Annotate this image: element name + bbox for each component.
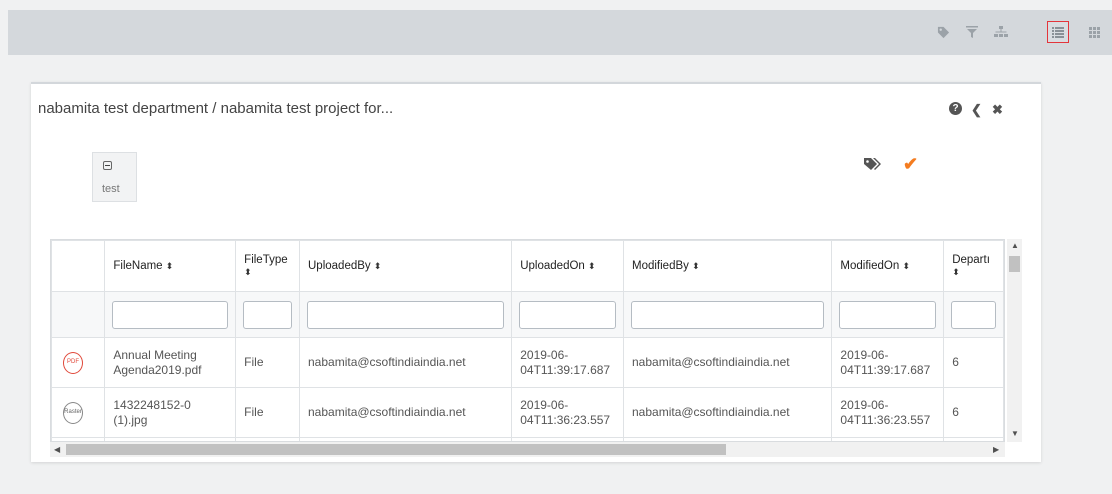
department-filter-input[interactable] — [951, 300, 996, 329]
vertical-scrollbar[interactable]: ▲ ▼ — [1007, 239, 1022, 442]
column-header-department[interactable]: Departı ⬍ — [943, 240, 1004, 292]
scroll-right-icon[interactable]: ▶ — [993, 445, 999, 454]
filename-cell[interactable]: 1432248152-0 (1).jpg — [104, 387, 237, 438]
modifiedby-cell: nabamita@csoftindiaindia.net — [622, 337, 833, 388]
column-header-modifiedon[interactable]: ModifiedOn ⬍ — [831, 240, 945, 292]
uploadedon-filter-input[interactable] — [519, 300, 616, 329]
scroll-left-icon[interactable]: ◀ — [54, 445, 60, 454]
sort-icon: ⬍ — [373, 261, 382, 271]
close-icon[interactable]: ✖ — [992, 102, 1003, 118]
filetype-cell: File — [235, 337, 300, 388]
sort-icon: ⬍ — [692, 261, 700, 271]
check-icon[interactable]: ✔ — [903, 154, 918, 175]
tags-icon[interactable] — [863, 157, 883, 176]
grid-viewport: FileName ⬍ FileType ⬍ UploadedBy ⬍ Upload… — [50, 239, 1005, 442]
filter-icon[interactable] — [961, 21, 983, 43]
document-panel: nabamita test department / nabamita test… — [31, 82, 1041, 462]
modifiedon-cell: 2019-06-04T11:36:23.557 — [831, 387, 945, 438]
filename-cell[interactable]: Annual Meeting Agenda2019.pdf — [104, 337, 237, 388]
collapse-icon[interactable] — [103, 161, 112, 170]
raster-file-icon: Raster — [63, 401, 83, 424]
modifiedon-filter-input[interactable] — [839, 300, 937, 329]
column-header-modifiedby[interactable]: ModifiedBy ⬍ — [622, 240, 833, 292]
uploadedon-cell: 2019-06-04T11:39:17.687 — [511, 337, 624, 388]
pdf-file-icon: PDF — [63, 351, 83, 374]
horizontal-scroll-thumb[interactable] — [66, 444, 726, 455]
filetype-cell: File — [235, 387, 300, 438]
scroll-up-icon[interactable]: ▲ — [1011, 241, 1019, 250]
back-icon[interactable]: ❮ — [971, 102, 982, 118]
filetype-filter-input[interactable] — [243, 300, 292, 329]
sort-icon: ⬍ — [902, 261, 910, 271]
table-row[interactable]: PDF Annual Meeting Agenda2019.pdf File n… — [51, 337, 1004, 388]
department-cell: 6 — [943, 337, 1004, 388]
sort-icon: ⬍ — [952, 267, 960, 277]
scroll-down-icon[interactable]: ▼ — [1011, 429, 1019, 438]
tag-chip-label: test — [102, 183, 120, 195]
sort-icon: ⬍ — [165, 261, 174, 271]
grid-view-icon[interactable] — [1083, 21, 1105, 43]
modifiedby-filter-input[interactable] — [631, 300, 825, 329]
column-header-filetype[interactable]: FileType ⬍ — [235, 240, 300, 292]
filename-filter-input[interactable] — [112, 300, 229, 329]
column-header-filename[interactable]: FileName ⬍ — [104, 240, 237, 292]
header-row: FileName ⬍ FileType ⬍ UploadedBy ⬍ Upload… — [51, 240, 1004, 292]
sort-icon: ⬍ — [588, 261, 596, 271]
filter-cell-empty — [51, 291, 106, 338]
department-cell: 6 — [943, 387, 1004, 438]
sort-icon: ⬍ — [244, 267, 252, 277]
top-toolbar — [8, 10, 1112, 55]
filter-row — [51, 291, 1004, 338]
column-header-icon — [51, 240, 106, 292]
table-row[interactable]: Raster 1432248152-0 (1).jpg File nabamit… — [51, 387, 1004, 438]
tag-chip[interactable]: test — [92, 152, 137, 202]
modifiedon-cell: 2019-06-04T11:39:17.687 — [831, 337, 945, 388]
tag-icon[interactable] — [932, 21, 954, 43]
list-view-icon[interactable] — [1047, 21, 1069, 43]
uploadedby-filter-input[interactable] — [307, 300, 505, 329]
help-icon[interactable]: ? — [949, 102, 962, 115]
column-header-uploadedon[interactable]: UploadedOn ⬍ — [511, 240, 624, 292]
sitemap-icon[interactable] — [990, 21, 1012, 43]
panel-title: nabamita test department / nabamita test… — [38, 100, 394, 117]
vertical-scroll-thumb[interactable] — [1009, 256, 1020, 272]
files-table: FileName ⬍ FileType ⬍ UploadedBy ⬍ Upload… — [51, 240, 1004, 441]
uploadedby-cell: nabamita@csoftindiaindia.net — [298, 387, 513, 438]
horizontal-scrollbar[interactable]: ◀ ▶ — [50, 442, 1005, 457]
files-grid: FileName ⬍ FileType ⬍ UploadedBy ⬍ Upload… — [50, 239, 1022, 457]
column-header-uploadedby[interactable]: UploadedBy ⬍ — [298, 240, 513, 292]
uploadedon-cell: 2019-06-04T11:36:23.557 — [511, 387, 624, 438]
modifiedby-cell: nabamita@csoftindiaindia.net — [622, 387, 833, 438]
uploadedby-cell: nabamita@csoftindiaindia.net — [298, 337, 513, 388]
